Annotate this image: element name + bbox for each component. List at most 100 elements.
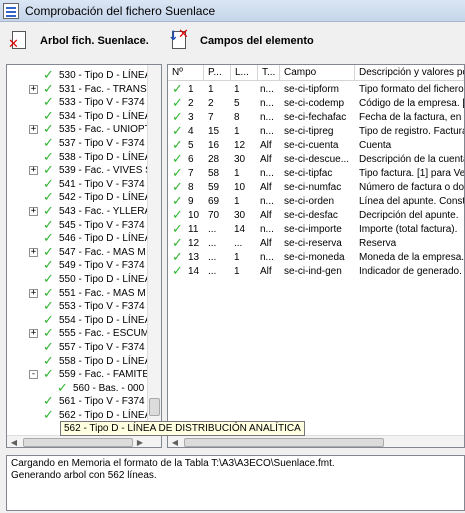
tree-item[interactable]: + ✓ 535 - Fac. - UNIOPT xyxy=(7,122,161,137)
tree-item[interactable]: ✓ 560 - Bas. - 000 xyxy=(7,381,161,396)
scroll-left-icon[interactable]: ◀ xyxy=(7,436,21,447)
fields-grid[interactable]: Nº P... L... T... Campo Descripción y va… xyxy=(167,64,465,448)
tree-item[interactable]: ✓ 545 - Tipo V - F374 xyxy=(7,218,161,233)
cell-number: 14 xyxy=(188,266,200,277)
tree-horizontal-scrollbar[interactable]: ◀ ▶ xyxy=(7,435,161,447)
tree-item[interactable]: + ✓ 539 - Fac. - VIVES S xyxy=(7,163,161,178)
fields-button[interactable]: ↓ ✕ Campos del elemento xyxy=(168,27,314,55)
tree-item[interactable]: + ✓ 547 - Fac. - MAS M xyxy=(7,245,161,260)
document-list-icon xyxy=(3,2,19,19)
table-row[interactable]: ✓ 8 59 10 Alf se-ci-numfac Número de factura o… xyxy=(168,181,464,195)
table-row[interactable]: ✓ 13... 1 n... se-ci-moneda Moneda de la empr… xyxy=(168,251,465,265)
tree-item-label: 535 - Fac. - UNIOPT xyxy=(59,124,151,136)
tree-panel[interactable]: ✓ 530 - Tipo D - LÍNEA + ✓ 531 - Fac. - TRAN… xyxy=(6,64,162,448)
scroll-right-icon[interactable]: ▶ xyxy=(133,436,147,447)
tree-horizontal-scroll-thumb[interactable] xyxy=(23,438,133,447)
tree-item[interactable]: ✓ 557 - Tipo V - F374 xyxy=(7,340,161,355)
table-row[interactable]: ✓ 2 2 5 n... se-ci-codemp Código de la empresa… xyxy=(168,97,464,111)
table-row[interactable]: ✓ 7 58 1 n... se-ci-tipfac Tipo factura. [1] p… xyxy=(168,167,464,181)
expand-icon[interactable]: + xyxy=(29,207,38,216)
column-header-length[interactable]: L... xyxy=(231,65,258,81)
tree-item[interactable]: ✓ 550 - Tipo D - LÍNEA xyxy=(7,272,161,287)
cell-length: 8 xyxy=(234,112,240,123)
table-row[interactable]: ✓ 11... 14 n... se-ci-importe Importe (total … xyxy=(168,223,464,237)
grid-horizontal-scrollbar[interactable]: ◀ xyxy=(168,435,464,447)
tree-item[interactable]: ✓ 542 - Tipo D - LÍNEA xyxy=(7,190,161,205)
tree-item-label: 541 - Tipo V - F374 xyxy=(59,178,145,190)
table-row[interactable]: ✓ 14... 1 Alf se-ci-ind-gen Indicador de gene… xyxy=(168,265,464,279)
scroll-left-icon[interactable]: ◀ xyxy=(168,436,182,447)
cell-field: se-ci-ind-gen xyxy=(284,266,342,277)
column-header-number[interactable]: Nº xyxy=(168,65,204,81)
cell-length: ... xyxy=(234,238,243,249)
tree-item[interactable]: + ✓ 531 - Fac. - TRANS xyxy=(7,82,161,97)
cell-length: 10 xyxy=(234,182,246,193)
tree-item-label: 551 - Fac. - MAS M xyxy=(59,287,146,299)
tree-item[interactable]: ✓ 541 - Tipo V - F374 xyxy=(7,177,161,192)
tree-item[interactable]: ✓ 546 - Tipo D - LÍNEA xyxy=(7,231,161,246)
tree-item[interactable]: ✓ 549 - Tipo V - F374 xyxy=(7,258,161,273)
green-check-icon: ✓ xyxy=(172,223,183,237)
green-check-icon: ✓ xyxy=(172,181,183,195)
grid-horizontal-scroll-thumb[interactable] xyxy=(184,438,384,447)
tree-button[interactable]: ✕ Arbol fich. Suenlace. xyxy=(8,27,149,55)
tree-item[interactable]: ✓ 561 - Tipo V - F374 xyxy=(7,394,161,409)
column-header-type[interactable]: T... xyxy=(258,65,280,81)
table-row[interactable]: ✓ 1 1 1 n... se-ci-tipform Tipo formato del fi… xyxy=(168,83,465,97)
cell-length: 14 xyxy=(234,224,246,235)
tree-item[interactable]: ✓ 558 - Tipo D - LÍNEA xyxy=(7,354,161,369)
cell-position: 15 xyxy=(208,126,220,137)
expand-icon[interactable]: + xyxy=(29,288,38,298)
cell-field: se-ci-importe xyxy=(284,224,342,235)
cell-description: Moneda de la empresa. "E xyxy=(359,252,465,263)
collapse-icon[interactable]: - xyxy=(29,370,38,380)
tree-item[interactable]: ✓ 533 - Tipo V - F374 xyxy=(7,95,161,110)
tree-item-label: 543 - Fac. - YLLERA xyxy=(59,206,152,217)
expand-icon[interactable]: + xyxy=(29,84,38,94)
tree-item[interactable]: + ✓ 555 - Fac. - ESCUM xyxy=(7,326,161,341)
cell-length: 30 xyxy=(234,210,246,221)
tree-item[interactable]: ✓ 530 - Tipo D - LÍNEA xyxy=(7,68,161,83)
cell-length: 5 xyxy=(234,98,240,109)
tree-item[interactable]: + ✓ 551 - Fac. - MAS M xyxy=(7,286,161,301)
cell-length: 1 xyxy=(234,266,240,277)
expand-icon[interactable]: + xyxy=(29,125,38,135)
cell-type: n... xyxy=(260,112,274,123)
table-row[interactable]: ✓ 9 69 1 n... se-ci-orden Línea del apunte. Co… xyxy=(168,195,464,209)
column-header-field[interactable]: Campo xyxy=(280,65,355,81)
green-check-icon: ✓ xyxy=(172,125,183,139)
table-row[interactable]: ✓ 5 16 12 Alf se-ci-cuenta Cuenta xyxy=(168,139,464,153)
tree-item[interactable]: - ✓ 559 - Fac. - FAMITE xyxy=(7,367,161,383)
tree-item-label: 546 - Tipo D - LÍNEA xyxy=(59,233,152,245)
tree-item-label: 557 - Tipo V - F374 xyxy=(59,342,145,353)
tree-item[interactable]: ✓ 553 - Tipo V - F374 xyxy=(7,299,161,314)
table-row[interactable]: ✓ 12...... Alf se-ci-reserva Reserva xyxy=(168,237,464,251)
tree-item-label: 538 - Tipo D - LÍNEA xyxy=(59,151,152,163)
cell-number: 10 xyxy=(188,210,200,221)
cell-field: se-ci-cuenta xyxy=(284,140,339,151)
grid-header: Nº P... L... T... Campo Descripción y va… xyxy=(168,65,464,81)
tree-item[interactable]: ✓ 537 - Tipo V - F374 xyxy=(7,136,161,151)
tree-item[interactable]: ✓ 538 - Tipo D - LÍNEA xyxy=(7,150,161,165)
expand-icon[interactable]: + xyxy=(29,329,38,339)
tree-item[interactable]: ✓ 534 - Tipo D - LÍNEA xyxy=(7,109,161,124)
table-row[interactable]: ✓ 3 7 8 n... se-ci-fechafac Fecha de la factur… xyxy=(168,111,464,125)
cell-field: se-ci-desfac xyxy=(284,210,338,221)
cell-number: 1 xyxy=(188,84,194,95)
tree-item-label: 555 - Fac. - ESCUM xyxy=(59,328,150,340)
tree-vertical-scroll-thumb[interactable] xyxy=(149,398,160,416)
tree-vertical-scrollbar[interactable] xyxy=(147,65,161,435)
table-row[interactable]: ✓ 6 28 30 Alf se-ci-descue... Descripción de l… xyxy=(168,153,464,167)
cell-description: Tipo formato del fichero. C xyxy=(359,84,465,95)
expand-icon[interactable]: + xyxy=(29,166,38,176)
cell-length: 1 xyxy=(234,126,240,137)
table-row[interactable]: ✓ 10 70 30 Alf se-ci-desfac Decripción del apu… xyxy=(168,209,464,223)
tree-item[interactable]: + ✓ 543 - Fac. - YLLERA xyxy=(7,204,161,219)
column-header-position[interactable]: P... xyxy=(204,65,231,81)
column-header-description[interactable]: Descripción y valores pos xyxy=(355,65,464,81)
table-row[interactable]: ✓ 4 15 1 n... se-ci-tipreg Tipo de registro. F… xyxy=(168,125,464,139)
green-check-icon: ✓ xyxy=(43,367,54,383)
green-check-icon: ✓ xyxy=(172,111,183,125)
tree-item[interactable]: ✓ 554 - Tipo D - LÍNEA xyxy=(7,313,161,328)
expand-icon[interactable]: + xyxy=(29,247,38,257)
